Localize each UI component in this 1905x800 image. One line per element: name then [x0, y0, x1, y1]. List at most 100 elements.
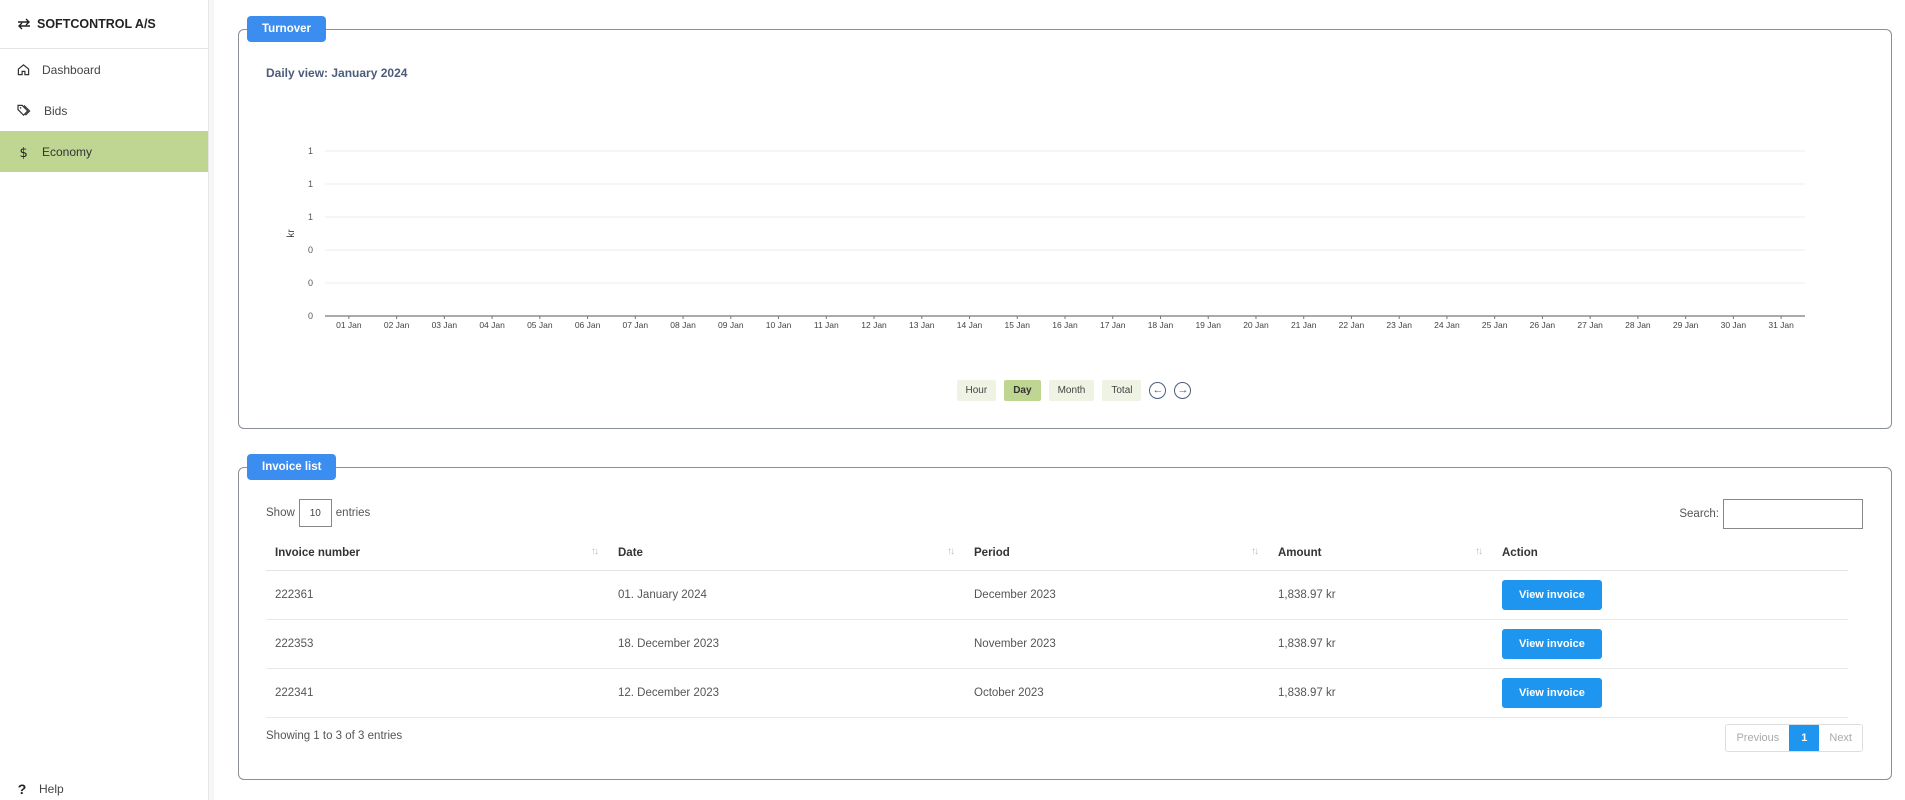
turnover-panel: Turnover Daily view: January 2024 111000…: [238, 16, 1892, 429]
x-tick-label: 21 Jan: [1291, 320, 1317, 330]
y-tick-label: 1: [308, 212, 313, 222]
sort-icon: ↑↓: [591, 546, 599, 557]
x-tick-label: 29 Jan: [1673, 320, 1699, 330]
x-tick-label: 15 Jan: [1004, 320, 1030, 330]
date-cell: 18. December 2023: [609, 619, 965, 669]
sidebar-item-bids[interactable]: Bids: [0, 90, 208, 131]
previous-period-icon[interactable]: ←: [1149, 382, 1167, 399]
column-label: Action: [1502, 546, 1538, 559]
x-tick-label: 24 Jan: [1434, 320, 1460, 330]
x-tick-label: 25 Jan: [1482, 320, 1508, 330]
x-tick-label: 22 Jan: [1339, 320, 1365, 330]
sidebar-item-dashboard[interactable]: Dashboard: [0, 49, 208, 90]
table-info: Showing 1 to 3 of 3 entries: [266, 730, 403, 742]
sort-icon: ↑↓: [947, 546, 955, 557]
y-tick-label: 1: [308, 179, 313, 189]
view-invoice-button[interactable]: View invoice: [1502, 677, 1602, 708]
page-1-button[interactable]: 1: [1789, 725, 1820, 751]
period-cell: December 2023: [965, 570, 1269, 620]
column-label: Period: [974, 546, 1010, 559]
x-tick-label: 07 Jan: [623, 320, 649, 330]
x-tick-label: 16 Jan: [1052, 320, 1078, 330]
entries-select[interactable]: 10: [298, 499, 332, 527]
x-tick-label: 02 Jan: [384, 320, 410, 330]
date-cell: 01. January 2024: [609, 570, 965, 620]
sidebar-item-label: Bids: [44, 103, 68, 118]
y-axis-label: kr: [286, 229, 297, 238]
column-label: Amount: [1278, 546, 1322, 559]
sidebar-item-label: Dashboard: [42, 62, 101, 77]
table-row: 222353 18. December 2023 November 2023 1…: [266, 619, 1848, 669]
x-tick-label: 11 Jan: [814, 320, 839, 330]
x-tick-label: 03 Jan: [432, 320, 458, 330]
sort-icon: ↑↓: [1251, 546, 1259, 557]
x-tick-label: 20 Jan: [1243, 320, 1269, 330]
col-invoice-number[interactable]: Invoice number ↑↓: [266, 536, 609, 571]
table-row: 222361 01. January 2024 December 2023 1,…: [266, 570, 1848, 620]
turnover-chart: 1 1 1 0 0 0 01 Jan 02 Jan 03 Jan 04 Jan 05 Jan 06 J…: [286, 146, 1805, 330]
tags-icon: [17, 104, 31, 116]
invoice-panel: Invoice list Show 10 entries Search: Inv…: [238, 454, 1892, 780]
x-tick-label: 13 Jan: [909, 320, 935, 330]
dollar-icon: $: [20, 146, 28, 159]
amount-cell: 1,838.97 kr: [1269, 570, 1493, 620]
amount-cell: 1,838.97 kr: [1269, 668, 1493, 718]
previous-page-button[interactable]: Previous: [1726, 725, 1790, 751]
next-page-button[interactable]: Next: [1819, 725, 1862, 751]
help-label: Help: [39, 782, 64, 796]
x-tick-label: 26 Jan: [1530, 320, 1556, 330]
x-tick-label: 31 Jan: [1768, 320, 1794, 330]
x-tick-label: 10 Jan: [766, 320, 792, 330]
sort-icon: ↑↓: [1475, 546, 1483, 557]
action-cell: View invoice: [1493, 570, 1848, 620]
view-month-button[interactable]: Month: [1048, 380, 1095, 401]
brand[interactable]: SOFTCONTROL A/S: [0, 0, 208, 49]
column-label: Invoice number: [275, 546, 360, 559]
x-tick-label: 05 Jan: [527, 320, 553, 330]
invoice-table: Invoice number ↑↓ Date ↑↓ Period ↑↓ Amount ↑…: [266, 536, 1848, 718]
entries-length: Show 10 entries: [266, 499, 370, 527]
view-hour-button[interactable]: Hour: [956, 380, 997, 401]
col-amount[interactable]: Amount ↑↓: [1269, 536, 1493, 571]
next-period-icon[interactable]: →: [1174, 382, 1192, 399]
date-cell: 12. December 2023: [609, 668, 965, 718]
show-label: Show: [266, 507, 295, 519]
y-tick-label: 0: [308, 245, 313, 255]
brand-name: SOFTCONTROL A/S: [37, 17, 156, 31]
svg-text:$: $: [20, 146, 28, 159]
action-cell: View invoice: [1493, 668, 1848, 718]
x-tick-label: 19 Jan: [1195, 320, 1221, 330]
x-tick-label: 04 Jan: [479, 320, 505, 330]
action-cell: View invoice: [1493, 619, 1848, 669]
x-tick-label: 27 Jan: [1577, 320, 1603, 330]
x-tick-label: 01 Jan: [336, 320, 362, 330]
invoice-number-cell: 222341: [266, 668, 609, 718]
x-tick-label: 14 Jan: [957, 320, 983, 330]
x-tick-label: 09 Jan: [718, 320, 744, 330]
entries-label: entries: [335, 507, 371, 519]
x-tick-label: 30 Jan: [1721, 320, 1747, 330]
view-total-button[interactable]: Total: [1102, 380, 1142, 401]
view-day-button[interactable]: Day: [1004, 380, 1041, 401]
search-label: Search:: [1679, 508, 1719, 520]
home-icon: [17, 64, 30, 76]
sidebar-item-economy[interactable]: $ Economy: [0, 131, 208, 172]
view-invoice-button[interactable]: View invoice: [1502, 579, 1602, 610]
search-input[interactable]: [1723, 499, 1863, 529]
sidebar: SOFTCONTROL A/S Dashboard Bids $ Economy…: [0, 0, 209, 800]
table-header-row: Invoice number ↑↓ Date ↑↓ Period ↑↓ Amount ↑…: [266, 536, 1848, 571]
x-tick-label: 23 Jan: [1386, 320, 1412, 330]
view-invoice-button[interactable]: View invoice: [1502, 628, 1602, 659]
chart-controls: Hour Day Month Total ← →: [239, 380, 1891, 401]
y-tick-label: 0: [308, 278, 313, 288]
table-row: 222341 12. December 2023 October 2023 1,…: [266, 668, 1848, 718]
x-tick-label: 17 Jan: [1100, 320, 1126, 330]
y-tick-label: 0: [308, 311, 313, 321]
sidebar-item-help[interactable]: ? Help: [17, 781, 64, 797]
col-period[interactable]: Period ↑↓: [965, 536, 1269, 571]
col-action: Action: [1493, 536, 1848, 571]
col-date[interactable]: Date ↑↓: [609, 536, 965, 571]
period-cell: November 2023: [965, 619, 1269, 669]
invoice-tag: Invoice list: [247, 454, 337, 480]
x-tick-label: 08 Jan: [670, 320, 696, 330]
